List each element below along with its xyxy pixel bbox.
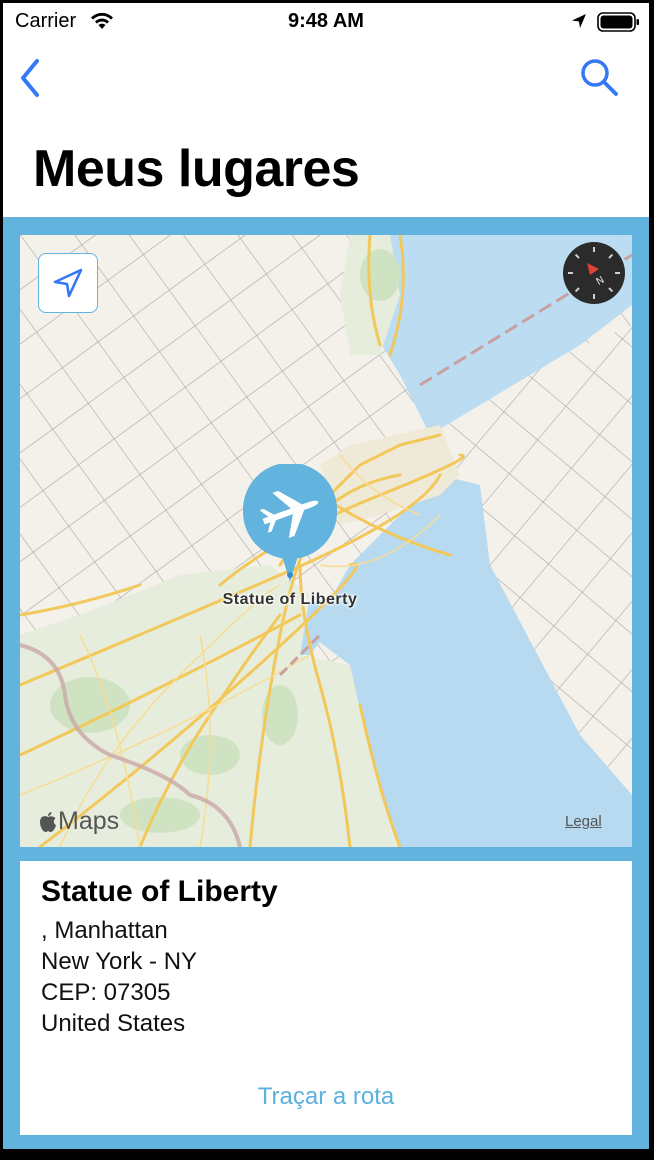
location-arrow-icon — [572, 14, 586, 28]
legal-link[interactable]: Legal — [565, 813, 602, 830]
place-details-card: Statue of Liberty , Manhattan New York -… — [20, 861, 632, 1135]
map-view[interactable]: N Statue of Liberty Maps Legal — [20, 235, 632, 847]
pin-label: Statue of Liberty — [222, 591, 358, 608]
address-cep: CEP: 07305 — [41, 979, 171, 1006]
airplane-pin-icon[interactable] — [242, 464, 338, 584]
address-city-state: New York - NY — [41, 948, 198, 975]
place-name: Statue of Liberty — [41, 875, 278, 908]
status-bar: Carrier 9:48 AM — [3, 3, 649, 43]
maps-logo-text: Maps — [58, 807, 120, 835]
compass-icon[interactable]: N — [562, 241, 626, 305]
location-arrow-icon — [53, 268, 83, 298]
screen: Carrier 9:48 AM Meus lugares N Statue of… — [3, 3, 649, 1149]
apple-logo-icon — [40, 811, 56, 832]
address-country: United States — [41, 1010, 186, 1037]
page-title: Meus lugares — [33, 140, 360, 198]
trace-route-button[interactable]: Traçar a rota — [20, 1083, 632, 1111]
navigation-bar — [3, 43, 649, 113]
search-icon[interactable] — [579, 57, 619, 97]
maps-logo: Maps — [38, 807, 119, 836]
address-street: , Manhattan — [41, 917, 168, 944]
clock: 9:48 AM — [288, 10, 364, 32]
place-card-frame: N Statue of Liberty Maps Legal Statue of… — [3, 217, 649, 1149]
user-location-button[interactable] — [38, 253, 98, 313]
chevron-left-icon[interactable] — [15, 57, 47, 99]
battery-icon — [597, 12, 639, 32]
